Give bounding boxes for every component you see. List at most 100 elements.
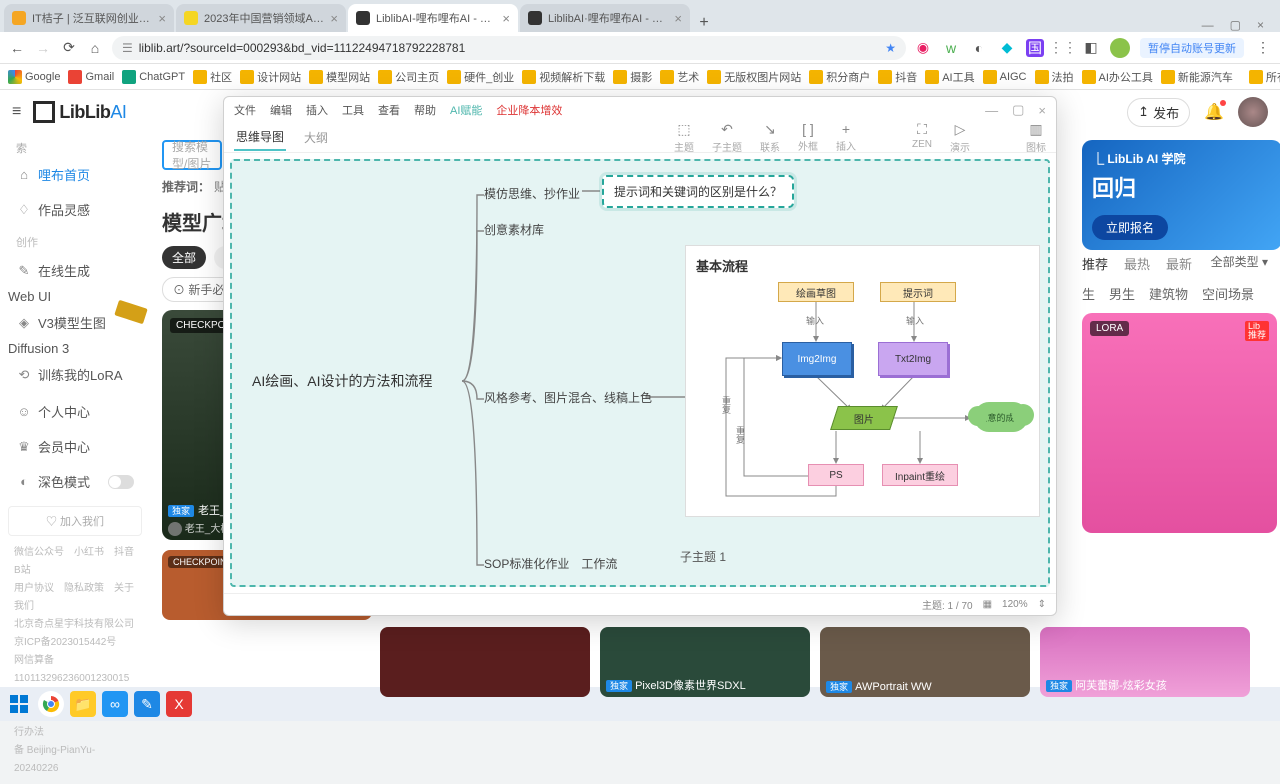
chrome-icon[interactable] [38, 691, 64, 717]
flow-result[interactable]: 满意的成图 [974, 402, 1028, 432]
close-window-icon[interactable]: × [1257, 18, 1264, 32]
tool-icon[interactable]: ▥图标 [1026, 121, 1046, 154]
ext-icon[interactable]: 国 [1026, 39, 1044, 57]
notifications-icon[interactable]: 🔔 [1204, 102, 1224, 122]
model-card[interactable] [380, 627, 590, 697]
bookmark-folder[interactable]: 抖音 [878, 69, 917, 85]
maximize-icon[interactable]: ▢ [1012, 102, 1024, 118]
site-info-icon[interactable]: ☰ [122, 41, 133, 55]
flow-img2img[interactable]: Img2Img [782, 342, 852, 376]
flow-txt2img[interactable]: Txt2Img [878, 342, 948, 376]
branch-node[interactable]: 模仿思维、抄作业 [484, 185, 580, 202]
tool-relation[interactable]: ↘联系 [760, 121, 780, 154]
minimize-icon[interactable]: — [985, 103, 998, 118]
close-icon[interactable]: × [1038, 103, 1046, 118]
flow-ps[interactable]: PS [808, 464, 864, 486]
reload-icon[interactable]: ⟳ [60, 39, 78, 57]
bookmark-folder[interactable]: AI工具 [925, 69, 974, 85]
bookmark-folder[interactable]: 视频解析下载 [522, 69, 605, 85]
hamburger-icon[interactable]: ≡ [12, 103, 21, 121]
menu-help[interactable]: 帮助 [414, 102, 436, 118]
menu-insert[interactable]: 插入 [306, 102, 328, 118]
liblib-logo[interactable]: LibLibAI [33, 101, 126, 123]
banner-button[interactable]: 立即报名 [1092, 215, 1168, 240]
tab-outline[interactable]: 大纲 [302, 125, 330, 150]
ext-icon[interactable]: w [942, 39, 960, 57]
flowchart-panel[interactable]: 基本流程 绘画草图 提示词 输入 输入 Img2Img Txt2Img 图片 满… [685, 245, 1040, 517]
mindmap-canvas[interactable]: AI绘画、AI设计的方法和流程 模仿思维、抄作业 创意素材库 风格参考、图片混合… [230, 159, 1050, 587]
tool-zen[interactable]: ⛶ZEN [912, 121, 932, 154]
bookmark-folder[interactable]: 法拍 [1035, 69, 1074, 85]
address-bar[interactable]: ☰ liblib.art/?sourceId=000293&bd_vid=111… [112, 36, 906, 60]
map-icon[interactable]: ▦ [983, 599, 992, 610]
bookmark-folder[interactable]: 摄影 [613, 69, 652, 85]
xmind-icon[interactable]: X [166, 691, 192, 717]
sort-new[interactable]: 最新 [1166, 254, 1192, 273]
bookmark-folder[interactable]: 公司主页 [378, 69, 439, 85]
chip-all[interactable]: 全部 [162, 246, 206, 269]
back-icon[interactable]: ← [8, 39, 26, 57]
bookmark-folder[interactable]: 艺术 [660, 69, 699, 85]
tool-insert[interactable]: +插入 [836, 121, 856, 154]
zoom-stepper-icon[interactable]: ⇕ [1038, 599, 1046, 610]
all-bookmarks[interactable]: 所有书签 [1249, 69, 1280, 85]
menu-ai[interactable]: AI赋能 [450, 102, 482, 118]
tool-topic[interactable]: ⬚主题 [674, 121, 694, 154]
selected-node[interactable]: 提示词和关键词的区别是什么？ [602, 175, 794, 208]
menu-tools[interactable]: 工具 [342, 102, 364, 118]
forward-icon[interactable]: → [34, 39, 52, 57]
new-tab-button[interactable]: + [692, 14, 716, 32]
browser-tab[interactable]: LiblibAI·哩布哩布AI - 中国领…× [520, 4, 690, 32]
home-icon[interactable]: ⌂ [86, 39, 104, 57]
bookmark-folder[interactable]: 硬件_创业 [447, 69, 514, 85]
close-icon[interactable]: × [158, 11, 166, 26]
bookmark-folder[interactable]: AIGC [983, 70, 1027, 84]
sidebar-item-inspire[interactable]: ♢作品灵感 [8, 193, 142, 226]
close-icon[interactable]: × [674, 11, 682, 26]
close-icon[interactable]: × [330, 11, 338, 26]
sidebar-item-lora[interactable]: ⟲训练我的LoRA [8, 358, 142, 391]
extensions-icon[interactable]: ⋮⋮ [1054, 39, 1072, 57]
bookmark-folder[interactable]: 社区 [193, 69, 232, 85]
tab-mindmap[interactable]: 思维导图 [234, 124, 286, 151]
cat-chip[interactable]: 空间场景 [1202, 284, 1254, 303]
branch-node[interactable]: 创意素材库 [484, 221, 544, 238]
sidebar-item-v3[interactable]: ◈V3模型生图 [8, 306, 142, 339]
star-icon[interactable]: ★ [885, 41, 896, 55]
bookmark-folder[interactable]: 新能源汽车 [1161, 69, 1233, 85]
bookmark-folder[interactable]: 无版权图片网站 [707, 69, 801, 85]
sidebar-item-online[interactable]: ✎在线生成 [8, 254, 142, 287]
panel-icon[interactable]: ◧ [1082, 39, 1100, 57]
branch-node[interactable]: 风格参考、图片混合、线稿上色 [484, 389, 652, 406]
bookmark-folder[interactable]: 积分商户 [809, 69, 870, 85]
bookmark[interactable]: ChatGPT [122, 70, 185, 84]
sort-recommend[interactable]: 推荐 [1082, 254, 1108, 273]
model-card[interactable]: LORA Lib 推荐 [1082, 313, 1277, 533]
menu-icon[interactable]: ⋮ [1254, 39, 1272, 57]
menu-view[interactable]: 查看 [378, 102, 400, 118]
start-button[interactable] [6, 691, 32, 717]
subtopic-node[interactable]: 子主题 1 [680, 548, 726, 565]
tool-present[interactable]: ▷演示 [950, 121, 970, 154]
flow-prompt[interactable]: 提示词 [880, 282, 956, 302]
cat-chip[interactable]: 建筑物 [1149, 284, 1188, 303]
publish-button[interactable]: ↥发布 [1127, 98, 1190, 127]
tool-subtopic[interactable]: ↶子主题 [712, 121, 742, 154]
sort-hot[interactable]: 最热 [1124, 254, 1150, 273]
menu-biz[interactable]: 企业降本增效 [496, 102, 562, 118]
app-icon[interactable]: ✎ [134, 691, 160, 717]
model-card[interactable]: 独家 AWPortrait WW [820, 627, 1030, 697]
menu-edit[interactable]: 编辑 [270, 102, 292, 118]
cat-chip[interactable]: 男生 [1109, 284, 1135, 303]
bookmark-folder[interactable]: 设计网站 [240, 69, 301, 85]
flow-image[interactable]: 图片 [830, 406, 898, 430]
flow-inpaint[interactable]: Inpaint重绘 [882, 464, 958, 486]
bookmark[interactable]: Gmail [68, 70, 114, 84]
sidebar-item-darkmode[interactable]: ◐深色模式 [8, 465, 142, 498]
profile-icon[interactable] [1110, 38, 1130, 58]
join-us-button[interactable]: ♡ 加入我们 [8, 506, 142, 536]
search-input[interactable]: 搜索模型/图片 [162, 140, 222, 170]
browser-tab-active[interactable]: LiblibAI-哩布哩布AI - 中国领先…× [348, 4, 518, 32]
sidebar-item-home[interactable]: ⌂哩布首页 [8, 158, 142, 191]
app-icon[interactable]: ∞ [102, 691, 128, 717]
